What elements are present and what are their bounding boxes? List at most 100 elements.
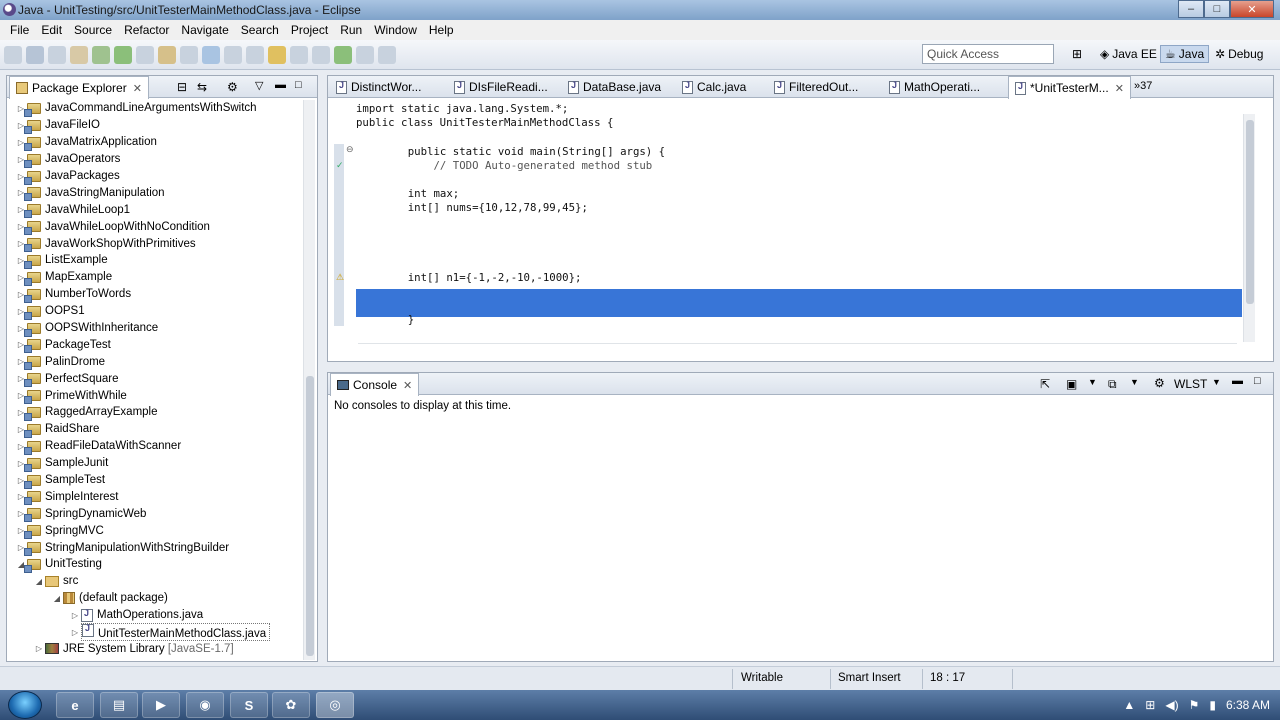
forward-icon[interactable]	[378, 46, 396, 64]
tab-distinctwor[interactable]: DistinctWor...	[330, 76, 427, 98]
collapse-icon[interactable]: ◢	[51, 594, 63, 603]
expand-icon[interactable]: ▷	[69, 628, 81, 637]
open-console-icon[interactable]: ⇱	[1040, 377, 1050, 391]
selected-item[interactable]: UnitTesterMainMethodClass.java	[81, 623, 271, 642]
menu-navigate[interactable]: Navigate	[175, 23, 234, 37]
tree-item[interactable]: ▷ MathOperations.java	[7, 607, 303, 624]
back-icon[interactable]	[356, 46, 374, 64]
toggle-mark-icon[interactable]	[268, 46, 286, 64]
tree-item[interactable]: ▷ NumberToWords	[7, 286, 303, 303]
tree-item[interactable]: ▷ JavaPackages	[7, 168, 303, 185]
tab-disfilereadi[interactable]: DIsFileReadi...	[448, 76, 554, 98]
tree-item[interactable]: ▷ MapExample	[7, 269, 303, 286]
maximize-view-icon[interactable]: □	[1254, 375, 1261, 387]
tree-item[interactable]: ▷ SampleTest	[7, 472, 303, 489]
tree-item[interactable]: ▷ JavaFileIO	[7, 117, 303, 134]
tray-network-icon[interactable]: ⊞	[1145, 698, 1155, 712]
tree-item[interactable]: ▷ SpringMVC	[7, 522, 303, 540]
tree-item-selected[interactable]: ▷ UnitTesterMainMethodClass.java	[7, 623, 303, 642]
tray-flag-icon[interactable]: ⚑	[1189, 698, 1200, 712]
close-icon[interactable]: ✕	[1115, 82, 1124, 95]
menu-help[interactable]: Help	[423, 23, 460, 37]
menu-search[interactable]: Search	[235, 23, 285, 37]
tray-battery-icon[interactable]: ▮	[1209, 698, 1216, 712]
taskbar-explorer-icon[interactable]: ▤	[100, 692, 138, 718]
new-package-icon[interactable]	[180, 46, 198, 64]
menu-source[interactable]: Source	[68, 23, 118, 37]
new-java-project-icon[interactable]	[158, 46, 176, 64]
tree-item[interactable]: ▷ RaidShare	[7, 421, 303, 438]
collapse-icon[interactable]: ◢	[33, 577, 45, 586]
tree-item[interactable]: ▷ JavaWorkShopWithPrimitives	[7, 235, 303, 253]
tree-item[interactable]: ▷ OOPSWithInheritance	[7, 320, 303, 337]
tree-item[interactable]: ▷ PrimeWithWhile	[7, 387, 303, 405]
tree-item[interactable]: ▷ SimpleInterest	[7, 488, 303, 506]
tab-database[interactable]: DataBase.java	[562, 76, 667, 98]
build-icon[interactable]	[70, 46, 88, 64]
expand-icon[interactable]: ▷	[33, 644, 45, 653]
debug-icon[interactable]	[92, 46, 110, 64]
start-button[interactable]	[8, 691, 42, 719]
maximize-button[interactable]: □	[1204, 0, 1230, 18]
next-annotation-icon[interactable]	[290, 46, 308, 64]
link-editor-icon[interactable]: ⇆	[197, 80, 207, 94]
tree-item[interactable]: ▷ JavaStringManipulation	[7, 184, 303, 202]
tree-item[interactable]: ▷ PackageTest	[7, 336, 303, 354]
tree-item[interactable]: ▷ ReadFileDataWithScanner	[7, 438, 303, 455]
expand-icon[interactable]: ▷	[69, 611, 81, 620]
chevron-down-icon[interactable]: ▽	[255, 79, 263, 92]
tree-item[interactable]: ▷ ListExample	[7, 252, 303, 269]
previous-annotation-icon[interactable]	[312, 46, 330, 64]
taskbar-media-player-icon[interactable]: ▶	[142, 692, 180, 718]
tab-overflow[interactable]: »37	[1134, 80, 1152, 92]
tree-item[interactable]: ◢ (default package)	[7, 590, 303, 607]
run-server-icon[interactable]	[334, 46, 352, 64]
tab-unittesterm[interactable]: *UnitTesterM... ✕	[1008, 76, 1131, 99]
tab-package-explorer[interactable]: Package Explorer ✕	[9, 76, 149, 99]
chevron-down-icon[interactable]: ▼	[1130, 377, 1139, 387]
tree-item[interactable]: ▷ JavaCommandLineArgumentsWithSwitch	[7, 100, 303, 117]
menu-file[interactable]: File	[4, 23, 35, 37]
save-icon[interactable]	[26, 46, 44, 64]
tree-item[interactable]: ▷ JavaWhileLoop1	[7, 201, 303, 219]
display-console-icon[interactable]: ▣	[1066, 377, 1077, 391]
editor-horizontal-scrollbar[interactable]	[358, 343, 1237, 353]
editor-vertical-scrollbar[interactable]	[1243, 114, 1255, 342]
print-icon[interactable]	[48, 46, 66, 64]
new-class-icon[interactable]	[202, 46, 220, 64]
open-type-icon[interactable]	[224, 46, 242, 64]
fold-icon[interactable]: ⊖	[346, 144, 354, 155]
minimize-view-icon[interactable]: ▬	[1232, 375, 1243, 387]
maximize-view-icon[interactable]: □	[295, 79, 302, 91]
tree-item[interactable]: ▷ JavaWhileLoopWithNoCondition	[7, 218, 303, 236]
tree-item[interactable]: ▷ JRE System Library [JavaSE-1.7]	[7, 641, 303, 658]
menu-run[interactable]: Run	[334, 23, 368, 37]
tree-item[interactable]: ▷ JavaOperators	[7, 151, 303, 168]
perspective-java[interactable]: ☕ Java	[1160, 45, 1210, 63]
tree-item[interactable]: ▷ PalinDrome	[7, 353, 303, 371]
menu-edit[interactable]: Edit	[35, 23, 68, 37]
tray-volume-icon[interactable]: ◀)	[1165, 698, 1178, 712]
minimize-view-icon[interactable]: ▬	[275, 79, 286, 91]
search-icon[interactable]	[246, 46, 264, 64]
taskbar-skype-icon[interactable]: S	[230, 692, 268, 718]
chevron-down-icon[interactable]: ▼	[1212, 377, 1221, 387]
tray-expand-icon[interactable]: ▲	[1123, 698, 1135, 712]
package-explorer-scrollbar[interactable]	[303, 100, 315, 660]
chevron-down-icon[interactable]: ▼	[1088, 377, 1097, 387]
tab-filteredout[interactable]: FilteredOut...	[768, 76, 864, 98]
pin-console-icon[interactable]: ⧉	[1108, 377, 1117, 392]
tree-item[interactable]: ▷ PerfectSquare	[7, 370, 303, 388]
close-button[interactable]: ✕	[1230, 0, 1274, 18]
menu-window[interactable]: Window	[368, 23, 423, 37]
menu-project[interactable]: Project	[285, 23, 334, 37]
menu-refactor[interactable]: Refactor	[118, 23, 175, 37]
view-menu-icon[interactable]: ⚙	[227, 80, 238, 94]
tree-item[interactable]: ▷ StringManipulationWithStringBuilder	[7, 539, 303, 557]
tray-clock[interactable]: 6:38 AM	[1226, 698, 1270, 712]
tree-item[interactable]: ▷ SampleJunit	[7, 455, 303, 472]
taskbar-ie-icon[interactable]: e	[56, 692, 94, 718]
tree-item[interactable]: ▷ RaggedArrayExample	[7, 404, 303, 421]
tree-item[interactable]: ◢ src	[7, 573, 303, 590]
close-icon[interactable]: ✕	[403, 379, 412, 392]
